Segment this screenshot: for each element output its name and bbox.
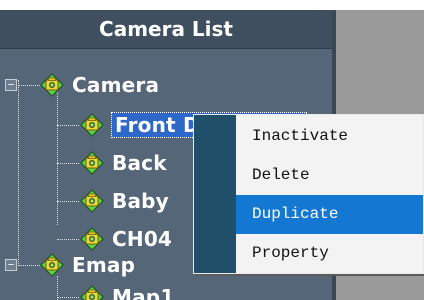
tree-node-label: Camera	[72, 73, 160, 97]
context-menu-gutter	[194, 115, 236, 273]
tree-guide-root	[18, 80, 19, 266]
camera-icon	[40, 253, 64, 277]
tree-node-label: Baby	[112, 189, 169, 213]
tree-node-label: Map1	[112, 285, 175, 300]
camera-icon	[80, 285, 104, 300]
context-menu: Inactivate Delete Duplicate Property	[193, 114, 424, 274]
emap-group-expander[interactable]: −	[5, 259, 17, 271]
menu-item-inactivate[interactable]: Inactivate	[236, 117, 423, 156]
tree-connector-emap	[18, 265, 40, 266]
camera-icon	[80, 189, 104, 213]
camera-icon	[80, 113, 104, 137]
tree-node-emap[interactable]: Emap	[40, 248, 135, 282]
tree-connector-back	[57, 163, 79, 164]
camera-list-screen: Camera List − Camera Front Back Baby CH0…	[0, 0, 424, 300]
menu-item-duplicate[interactable]: Duplicate	[236, 195, 423, 234]
camera-icon	[80, 151, 104, 175]
tree-node-baby[interactable]: Baby	[80, 184, 169, 218]
tree-connector-ch04	[57, 239, 79, 240]
tree-connector-camera	[18, 85, 40, 86]
tree-node-map1[interactable]: Map1	[80, 280, 174, 300]
tree-connector-baby	[57, 201, 79, 202]
menu-item-delete[interactable]: Delete	[236, 156, 423, 195]
tree-node-back[interactable]: Back	[80, 146, 167, 180]
tree-connector-front-door	[57, 125, 79, 126]
tree-node-label: Emap	[72, 253, 136, 277]
camera-icon	[40, 73, 64, 97]
panel-title: Camera List	[0, 10, 332, 49]
camera-group-expander[interactable]: −	[5, 79, 17, 91]
tree-node-label: Back	[112, 151, 167, 175]
tree-connector-map1	[57, 297, 79, 298]
tree-node-camera[interactable]: Camera	[40, 68, 159, 102]
menu-item-property[interactable]: Property	[236, 234, 423, 273]
